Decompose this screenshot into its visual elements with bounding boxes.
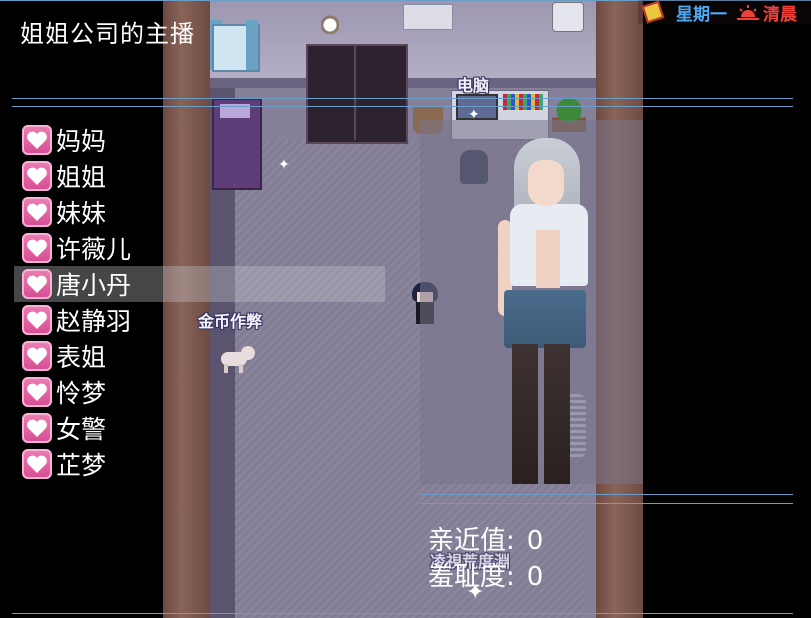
shame-label: 羞耻度: [428,562,515,592]
frame-line [12,98,793,99]
menu-item-lianmeng[interactable]: 怜梦 [14,374,385,410]
character-portrait [496,138,596,484]
menu-item-label: 妹妹 [56,199,107,228]
heart-icon [22,305,52,335]
time-of-day-text: 清晨 [763,4,797,25]
menu-item-biaojie[interactable]: 表姐 [14,338,385,374]
menu-item-zhaojingyu[interactable]: 赵静羽 [14,302,385,338]
menu-item-tangxiaodan[interactable]: 唐小丹 [14,266,385,302]
menu-item-mama[interactable]: 妈妈 [14,122,385,158]
heart-icon [22,449,52,479]
frame-line [420,494,793,495]
calendar-icon [641,0,665,24]
heart-icon [22,413,52,443]
weekday-text: 星期一 [676,4,727,25]
bookshelf [503,94,543,110]
menu-item-xuweier[interactable]: 许薇儿 [14,230,385,266]
affinity-value: 0 [526,526,544,556]
menu-item-label: 怜梦 [56,379,107,408]
sunrise-icon [737,4,759,20]
frame-line [12,106,793,107]
shame-value: 0 [526,562,544,592]
menu-item-meimei[interactable]: 妹妹 [14,194,385,230]
menu-item-label: 唐小丹 [56,271,132,300]
heart-icon [22,161,52,191]
heart-icon [22,269,52,299]
heart-icon [22,341,52,371]
computer-label: 电脑 [457,76,490,95]
character-menu: 妈妈 姐姐 妹妹 许薇儿 唐小丹 赵静羽 表姐 怜梦 女警 芷梦 [14,122,385,482]
menu-item-label: 妈妈 [56,127,107,156]
affinity-stat: 亲近值: 0 [428,520,543,557]
heart-icon [22,125,52,155]
menu-item-label: 姐姐 [56,163,107,192]
menu-item-label: 表姐 [56,343,107,372]
wall-fan [552,2,584,32]
frame-line [12,613,793,614]
menu-item-nvjing[interactable]: 女警 [14,410,385,446]
shame-stat: 羞耻度: 0 [428,556,543,593]
heart-icon [22,197,52,227]
heart-icon [22,233,52,263]
menu-item-zhimeng[interactable]: 芷梦 [14,446,385,482]
air-conditioner [403,4,453,30]
time-hud: 星期一 清晨 [638,0,811,25]
menu-item-jiejie[interactable]: 姐姐 [14,158,385,194]
ceiling-lamp-icon [321,4,339,34]
page-title: 姐姐公司的主播 [20,20,195,48]
curtain-right [246,20,258,70]
heart-icon [22,377,52,407]
menu-item-label: 芷梦 [56,451,107,480]
affinity-label: 亲近值: [428,526,515,556]
menu-item-label: 赵静羽 [56,307,132,336]
frame-line [420,503,793,504]
menu-item-label: 女警 [56,415,107,444]
menu-item-label: 许薇儿 [56,235,132,264]
